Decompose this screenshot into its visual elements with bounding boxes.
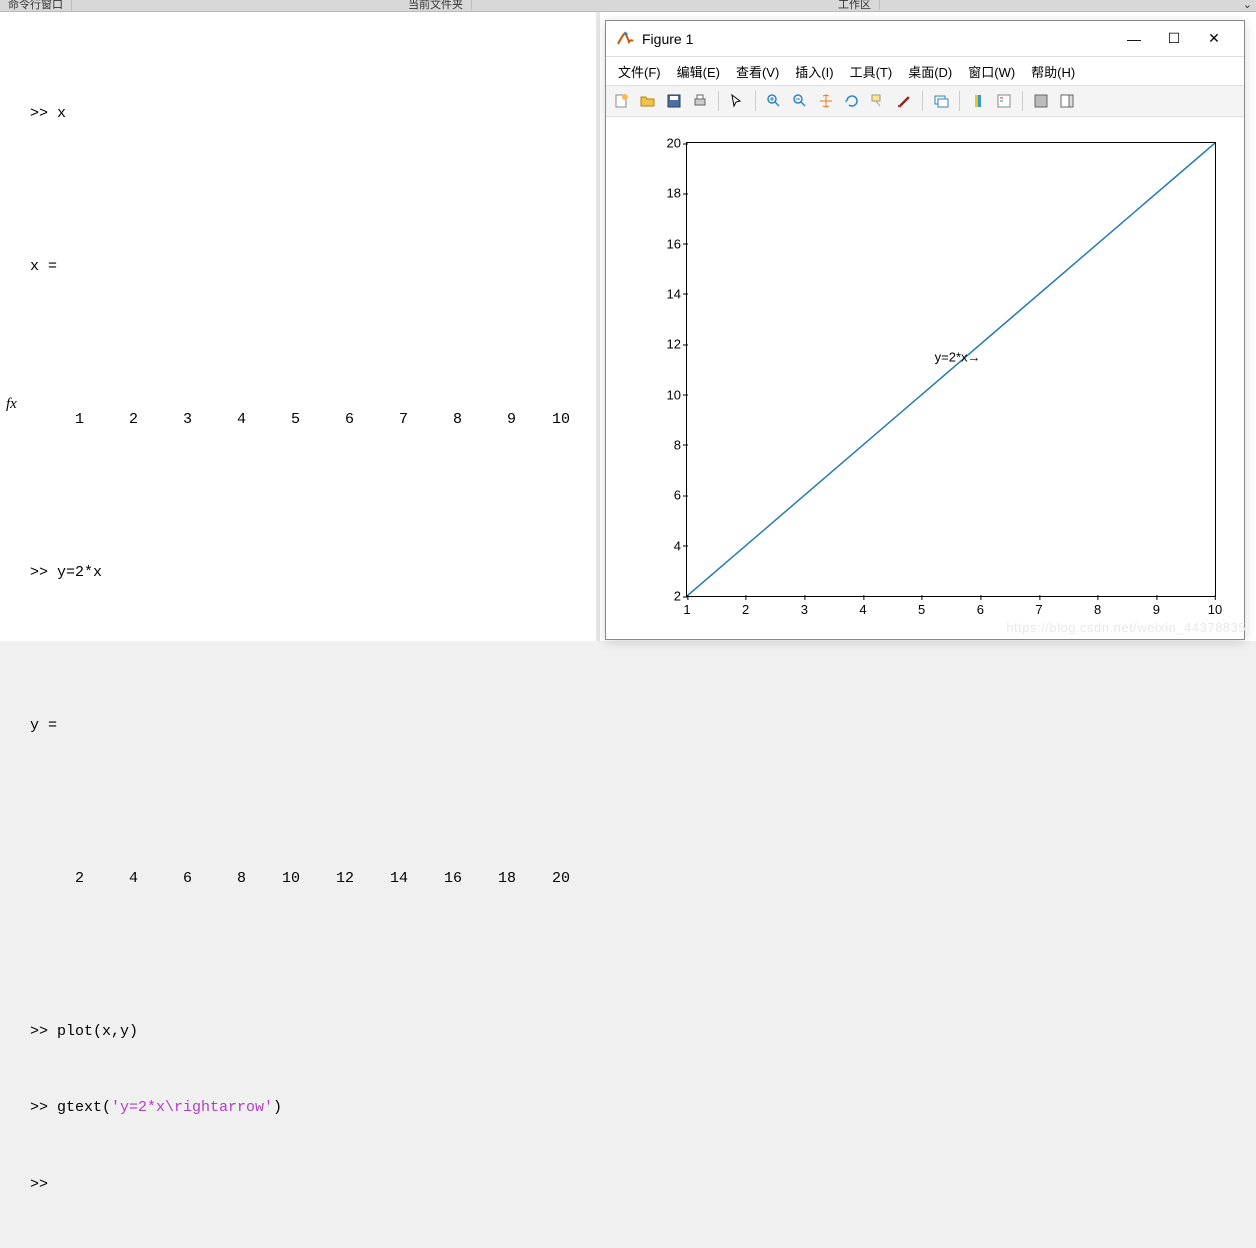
y-tick: 6 — [657, 488, 687, 503]
y-vector: 2468101214161820 — [30, 866, 596, 892]
watermark: https://blog.csdn.net/weixin_44378835 — [1006, 620, 1246, 635]
x-tick: 3 — [801, 596, 808, 617]
x-tick: 6 — [977, 596, 984, 617]
pan-icon[interactable] — [814, 89, 838, 113]
y-tick: 4 — [657, 538, 687, 553]
open-icon[interactable] — [636, 89, 660, 113]
datatip-icon[interactable] — [866, 89, 890, 113]
menubar: 文件(F) 编辑(E) 查看(V) 插入(I) 工具(T) 桌面(D) 窗口(W… — [606, 57, 1244, 85]
brush-icon[interactable] — [892, 89, 916, 113]
x-tick: 1 — [683, 596, 690, 617]
cmd-prompt[interactable]: >> — [30, 1172, 596, 1198]
menu-desktop[interactable]: 桌面(D) — [902, 60, 958, 83]
menu-window[interactable]: 窗口(W) — [962, 60, 1021, 83]
x-tick: 4 — [859, 596, 866, 617]
x-tick: 10 — [1208, 596, 1222, 617]
chevron-icon[interactable]: ⌄ — [1243, 0, 1252, 10]
pointer-icon[interactable] — [725, 89, 749, 113]
workspace-label: 工作区 — [830, 0, 880, 10]
zoom-in-icon[interactable] — [762, 89, 786, 113]
y-tick: 12 — [657, 337, 687, 352]
x-tick: 8 — [1094, 596, 1101, 617]
x-tick: 7 — [1035, 596, 1042, 617]
data-line — [687, 143, 1215, 596]
cmd-output: y = — [30, 713, 596, 739]
colorbar-icon[interactable] — [966, 89, 990, 113]
cmd-window-label: 命令行窗口 — [0, 0, 72, 11]
separator — [1022, 91, 1023, 111]
separator — [718, 91, 719, 111]
x-tick: 2 — [742, 596, 749, 617]
cmd-line: >> x — [30, 101, 596, 127]
zoom-out-icon[interactable] — [788, 89, 812, 113]
fx-icon[interactable]: fx — [6, 392, 17, 418]
legend-icon[interactable] — [992, 89, 1016, 113]
cmd-line: >> plot(x,y) — [30, 1019, 596, 1045]
close-button[interactable]: ✕ — [1194, 24, 1234, 54]
current-folder-label: 当前文件夹 — [400, 0, 472, 10]
rotate-icon[interactable] — [840, 89, 864, 113]
cmd-line: >> y=2*x — [30, 560, 596, 586]
command-window[interactable]: fx >> x x = 12345678910 >> y=2*x y = 246… — [0, 12, 600, 641]
show-plot-tools-icon[interactable] — [1055, 89, 1079, 113]
separator — [959, 91, 960, 111]
cmd-output: x = — [30, 254, 596, 280]
figure-title: Figure 1 — [642, 31, 1114, 47]
link-icon[interactable] — [929, 89, 953, 113]
menu-tools[interactable]: 工具(T) — [844, 60, 899, 83]
menu-view[interactable]: 查看(V) — [730, 60, 785, 83]
hide-plot-tools-icon[interactable] — [1029, 89, 1053, 113]
main-area: fx >> x x = 12345678910 >> y=2*x y = 246… — [0, 12, 1256, 641]
y-tick: 16 — [657, 236, 687, 251]
separator — [755, 91, 756, 111]
menu-insert[interactable]: 插入(I) — [789, 60, 839, 83]
plot-annotation: y=2*x→ — [935, 349, 981, 364]
y-tick: 14 — [657, 286, 687, 301]
y-tick: 20 — [657, 136, 687, 151]
toolbar — [606, 85, 1244, 117]
y-tick: 10 — [657, 387, 687, 402]
y-tick: 8 — [657, 437, 687, 452]
x-tick: 5 — [918, 596, 925, 617]
new-figure-icon[interactable] — [610, 89, 634, 113]
menu-help[interactable]: 帮助(H) — [1025, 60, 1081, 83]
x-vector: 12345678910 — [30, 407, 596, 433]
save-icon[interactable] — [662, 89, 686, 113]
cmd-line: >> gtext('y=2*x\rightarrow') — [30, 1095, 596, 1121]
figure-window: Figure 1 — ☐ ✕ 文件(F) 编辑(E) 查看(V) 插入(I) 工… — [605, 20, 1245, 640]
plot-area[interactable]: y=2*x→ 246810121416182012345678910 — [606, 117, 1244, 639]
separator — [922, 91, 923, 111]
titlebar: Figure 1 — ☐ ✕ — [606, 21, 1244, 57]
matlab-logo-icon — [616, 30, 634, 48]
minimize-button[interactable]: — — [1114, 24, 1154, 54]
print-icon[interactable] — [688, 89, 712, 113]
menu-file[interactable]: 文件(F) — [612, 60, 667, 83]
menu-edit[interactable]: 编辑(E) — [671, 60, 726, 83]
y-tick: 18 — [657, 186, 687, 201]
axes[interactable]: y=2*x→ 246810121416182012345678910 — [686, 142, 1216, 597]
x-tick: 9 — [1153, 596, 1160, 617]
panels-header: 命令行窗口 当前文件夹 工作区 ⌄ — [0, 0, 1256, 12]
maximize-button[interactable]: ☐ — [1154, 24, 1194, 54]
